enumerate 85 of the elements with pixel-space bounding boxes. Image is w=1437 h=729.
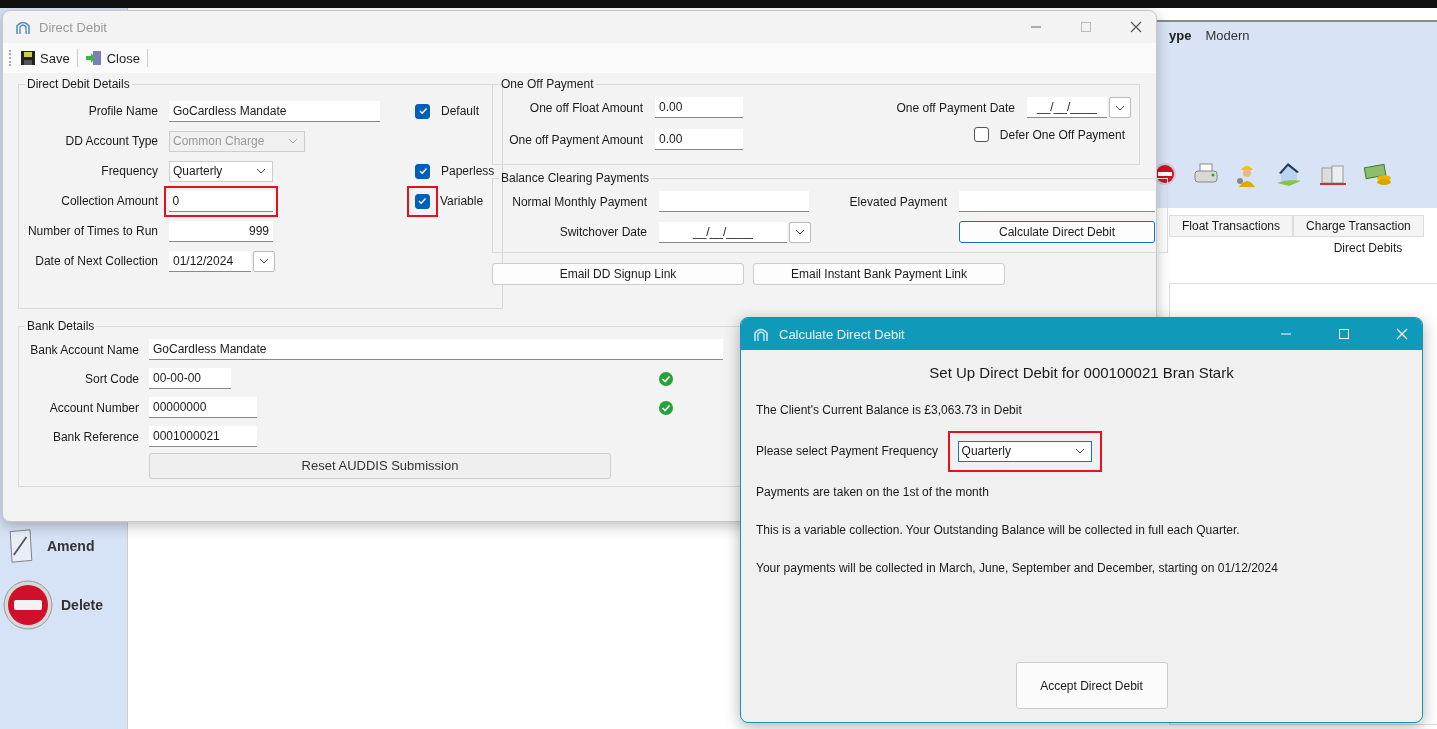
date-field[interactable]: 01/12/2024 (169, 250, 251, 272)
tab[interactable]: Float Transactions (1169, 215, 1294, 237)
caret-icon (1074, 448, 1085, 454)
dropdown-button[interactable] (253, 250, 275, 272)
dialog-heading: Set Up Direct Debit for 000100021 Bran Stark (928, 364, 1235, 381)
field-label: Bank Account Name (29, 342, 139, 357)
caret-icon (256, 168, 266, 174)
sidebar-item[interactable]: Delete (0, 580, 127, 630)
calculate-button[interactable]: Calculate Direct Debit (959, 221, 1155, 243)
date-field[interactable]: __/__/____ (1027, 97, 1107, 118)
toolbar-button[interactable]: Save (17, 48, 73, 68)
field-label: Normal Monthly Payment (511, 194, 647, 209)
field-label: Please select Payment Frequency (756, 444, 939, 458)
info-text: Payments are taken on the 1st of the month (756, 485, 990, 499)
checkbox-label: Default (441, 104, 480, 118)
info-text: This is a variable collection. Your Outstanding Balance will be collected in full each Quarter. (756, 523, 1241, 537)
input-field[interactable]: 0.00 (655, 129, 743, 150)
field-label: Account Number (48, 400, 139, 415)
accept-button[interactable]: Accept Direct Debit (1015, 662, 1168, 709)
balance-text: The Client's Current Balance is £3,063.73 in Debit (756, 403, 1023, 417)
group-title: One Off Payment (500, 77, 595, 91)
field-label: One off Float Amount (528, 100, 643, 115)
printer-icon[interactable] (1193, 162, 1219, 186)
dropdown[interactable]: Quarterly (957, 440, 1092, 462)
checkbox-label: Defer One Off Payment (999, 127, 1125, 142)
checkmark-icon (417, 166, 428, 176)
email-button[interactable]: Email DD Signup Link (492, 263, 744, 285)
input-field[interactable]: GoCardless Mandate (149, 339, 723, 360)
field-label: DD Account Type (64, 134, 158, 148)
caret-icon (288, 138, 298, 144)
toolbar-button[interactable]: Close (81, 48, 143, 68)
caret-icon (259, 258, 269, 264)
checkbox-label: Paperless (441, 164, 495, 178)
delete-icon (3, 580, 53, 630)
checkbox-label: Variable (440, 194, 484, 208)
field-label: One off Payment Date (896, 100, 1015, 115)
checkbox[interactable] (415, 103, 430, 119)
window-title: Calculate Direct Debit (779, 326, 905, 342)
date-field[interactable]: __/__/____ (659, 221, 787, 243)
field-label: Elevated Payment (848, 194, 947, 209)
info-text: Your payments will be collected in March, June, September and December, starting on 01/12/2024 (756, 561, 1279, 575)
close-icon[interactable] (1130, 21, 1142, 33)
field-value: Modern (1205, 28, 1250, 43)
field-label: Frequency (100, 164, 158, 178)
field-label: Collection Amount (60, 194, 158, 208)
dropdown-button[interactable] (789, 221, 811, 243)
input-field[interactable]: 00000000 (149, 397, 257, 418)
input-field[interactable]: 999 (169, 220, 273, 242)
field-label: Date of Next Collection (34, 254, 158, 268)
input-field[interactable]: 0 (168, 190, 273, 212)
reset-button[interactable]: Reset AUDDIS Submission (149, 452, 611, 479)
input-field[interactable]: GoCardless Mandate (169, 100, 380, 122)
group-title: Balance Clearing Payments (500, 171, 651, 185)
dropdown-button[interactable] (1109, 97, 1131, 118)
field-label: Number of Times to Run (27, 224, 158, 238)
group-title: Direct Debit Details (26, 77, 131, 91)
dropdown[interactable]: Quarterly (169, 160, 273, 182)
checkbox[interactable] (414, 193, 430, 209)
tab[interactable]: Charge Transaction (1293, 215, 1424, 237)
field-label: One off Payment Amount (508, 132, 643, 147)
field-label: Sort Code (83, 371, 139, 386)
checkbox[interactable] (973, 127, 989, 142)
field-label: Bank Reference (51, 429, 139, 444)
app-logo-icon (15, 19, 31, 35)
input-field[interactable]: 0.00 (655, 97, 743, 118)
input-field[interactable] (959, 191, 1155, 212)
checkmark-icon (417, 106, 428, 116)
input-field[interactable] (659, 191, 809, 212)
caret-icon (795, 229, 805, 235)
input-field[interactable]: 0001000021 (149, 426, 257, 447)
email-button[interactable]: Email Instant Bank Payment Link (753, 263, 1005, 285)
field-label: ype (1169, 28, 1192, 43)
exit-door-icon (84, 50, 103, 66)
field-label: Profile Name (87, 104, 158, 118)
caret-icon (1115, 104, 1125, 111)
buildings-icon[interactable] (1319, 162, 1347, 186)
money-icon[interactable] (1363, 161, 1393, 187)
field-label: Switchover Date (558, 225, 647, 239)
input-field[interactable]: 00-00-00 (149, 368, 231, 389)
group-title: Bank Details (26, 319, 96, 333)
window-title: Direct Debit (39, 19, 107, 35)
app-logo-icon (753, 326, 769, 342)
checkmark-icon (417, 196, 427, 206)
checkbox[interactable] (415, 163, 430, 179)
sidebar-item[interactable]: Amend (0, 528, 127, 564)
